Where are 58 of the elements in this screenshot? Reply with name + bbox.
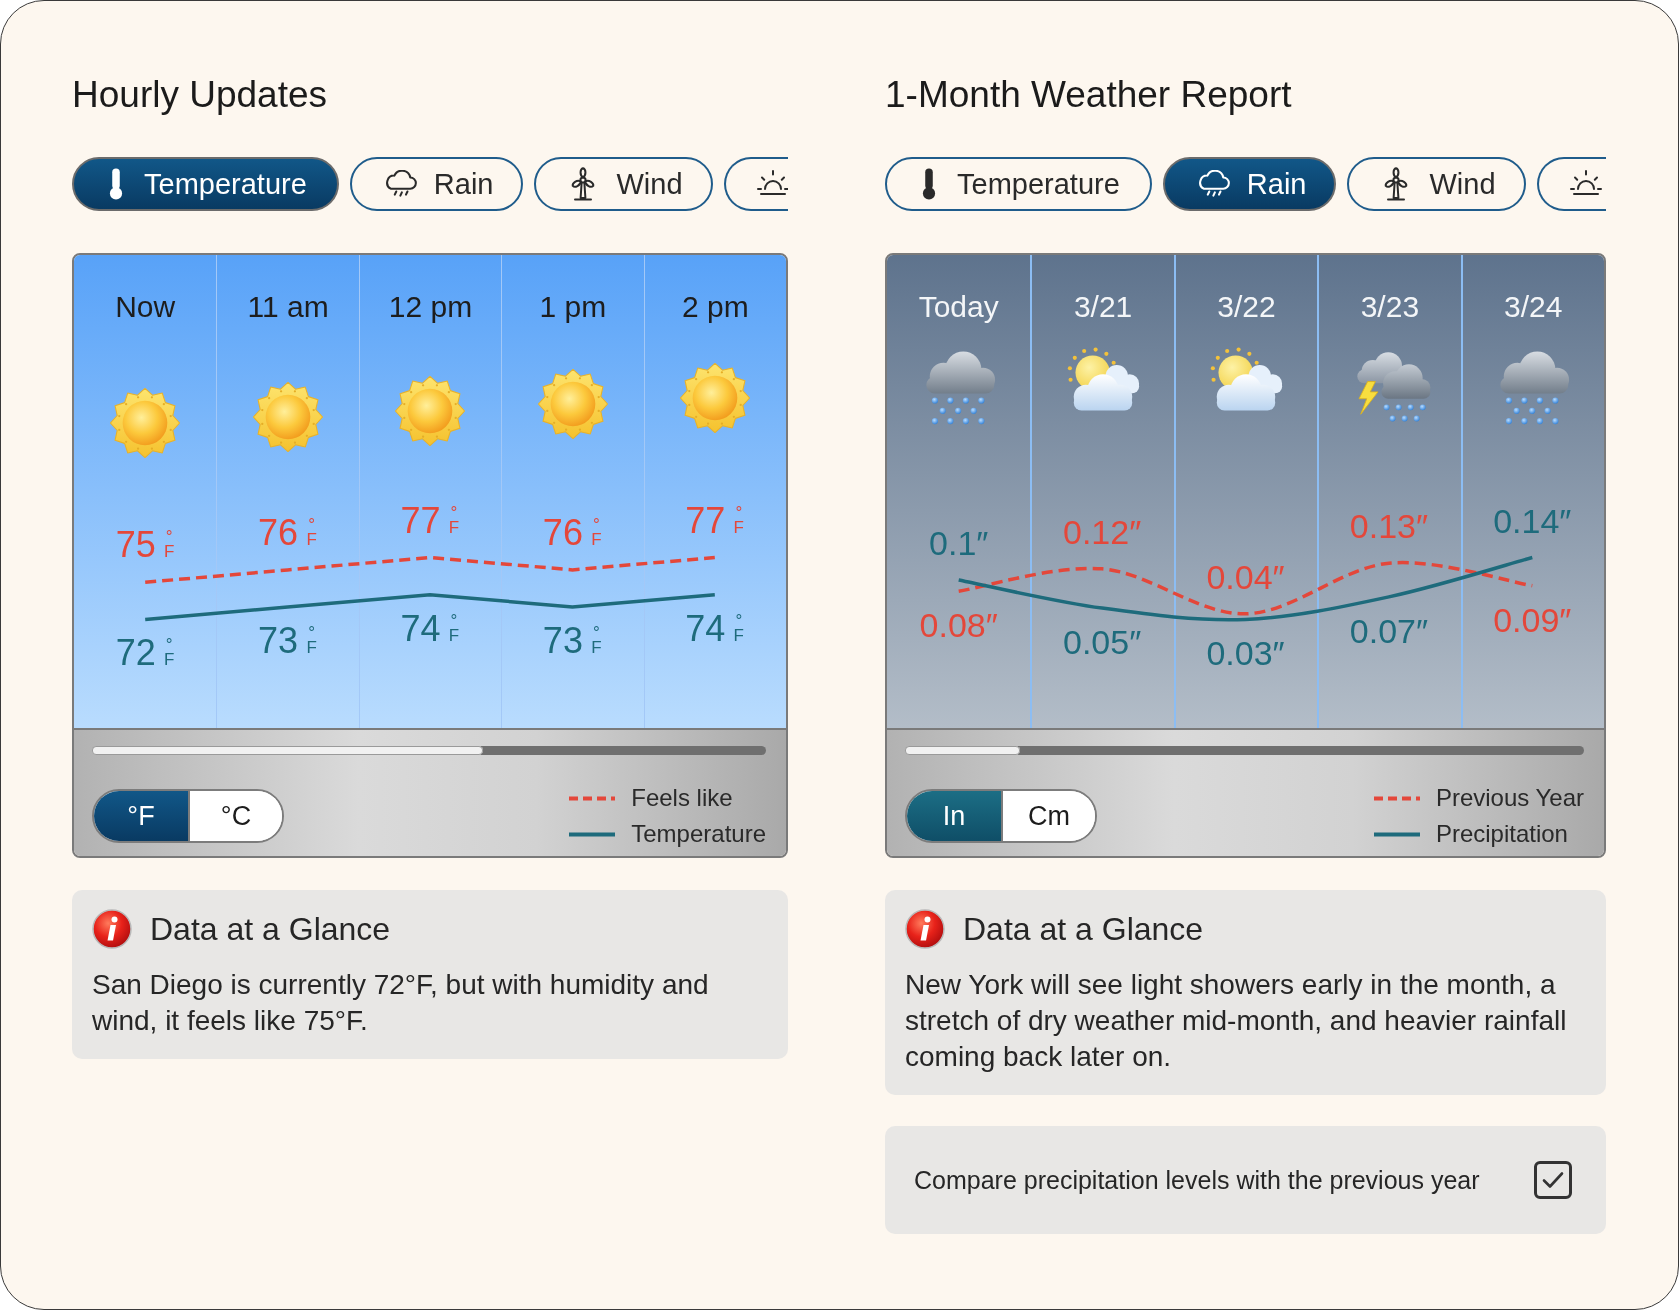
section-title: Hourly Updates [72,75,327,115]
legend-label: Precipitation [1435,820,1568,848]
data-label: 0.1″ [929,523,989,564]
info-icon [92,909,132,949]
data-label: 0.12″ [1063,511,1142,553]
section-title: 1-Month Weather Report [885,75,1292,115]
sun-icon [679,362,752,435]
info-icon [905,909,945,949]
scrollbar[interactable] [905,746,1584,755]
legend-label: Temperature [631,820,766,848]
sun-icon [394,374,467,447]
date-label: 3/24 [1504,289,1563,325]
thermometer-icon [108,168,124,200]
info-text: San Diego is currently 72°F, but with humidity and wind, it feels like 75°F. [92,968,710,1038]
time-label: 11 am [247,289,329,325]
tab[interactable]: Temperature [72,157,339,211]
scrollbar-thumb[interactable] [92,746,483,755]
info-title: Data at a Glance [150,910,391,949]
data-label: 0.07″ [1349,610,1428,652]
time-label: Now [115,289,176,325]
date-label: Today [918,289,999,325]
thermometer-icon [921,168,937,200]
scrollbar-thumb[interactable] [905,746,1021,755]
date-label: 3/23 [1360,289,1420,325]
legend-label: Feels like [631,784,733,812]
data-label: 0.03″ [1206,633,1285,675]
option-label: Compare precipitation levels with the previous year [914,1165,1480,1195]
date-label: 3/22 [1217,289,1276,325]
info-text: New York will see light showers early in the month, a stretch of dry weather mid-month, and heavier rainfall coming back later on. [905,968,1568,1074]
tab[interactable]: Wind [1347,157,1526,211]
info-title: Data at a Glance [963,910,1204,949]
checkmark-icon [1542,1171,1564,1189]
data-label: 0.08″ [919,605,998,647]
sun-icon [252,380,325,453]
time-label: 12 pm [388,289,473,325]
unit-option[interactable]: °C [188,791,282,841]
unit-toggle[interactable]: In Cm [905,789,1097,843]
unit-option[interactable]: In [907,791,1001,841]
date-label: 3/21 [1073,289,1133,325]
data-label: 0.04″ [1206,556,1285,598]
time-label: 2 pm [681,289,749,325]
unit-toggle[interactable]: °F °C [92,789,284,843]
tab[interactable]: Rain [349,157,524,211]
checkbox[interactable] [1534,1161,1572,1199]
data-label: 0.13″ [1349,506,1428,548]
legend-label: Previous Year [1435,784,1584,812]
data-label: 0.05″ [1063,622,1142,664]
sun-icon [536,368,609,441]
tab[interactable]: Rain [1162,157,1337,211]
data-label: 0.09″ [1493,599,1572,641]
tab[interactable]: Temperature [885,157,1152,211]
scrollbar[interactable] [92,746,766,755]
unit-option[interactable]: °F [94,791,188,841]
sun-icon [109,387,182,459]
time-label: 1 pm [539,289,607,325]
unit-option[interactable]: Cm [1001,791,1095,841]
tab[interactable]: Wind [534,157,713,211]
data-label: 0.14″ [1493,500,1572,542]
